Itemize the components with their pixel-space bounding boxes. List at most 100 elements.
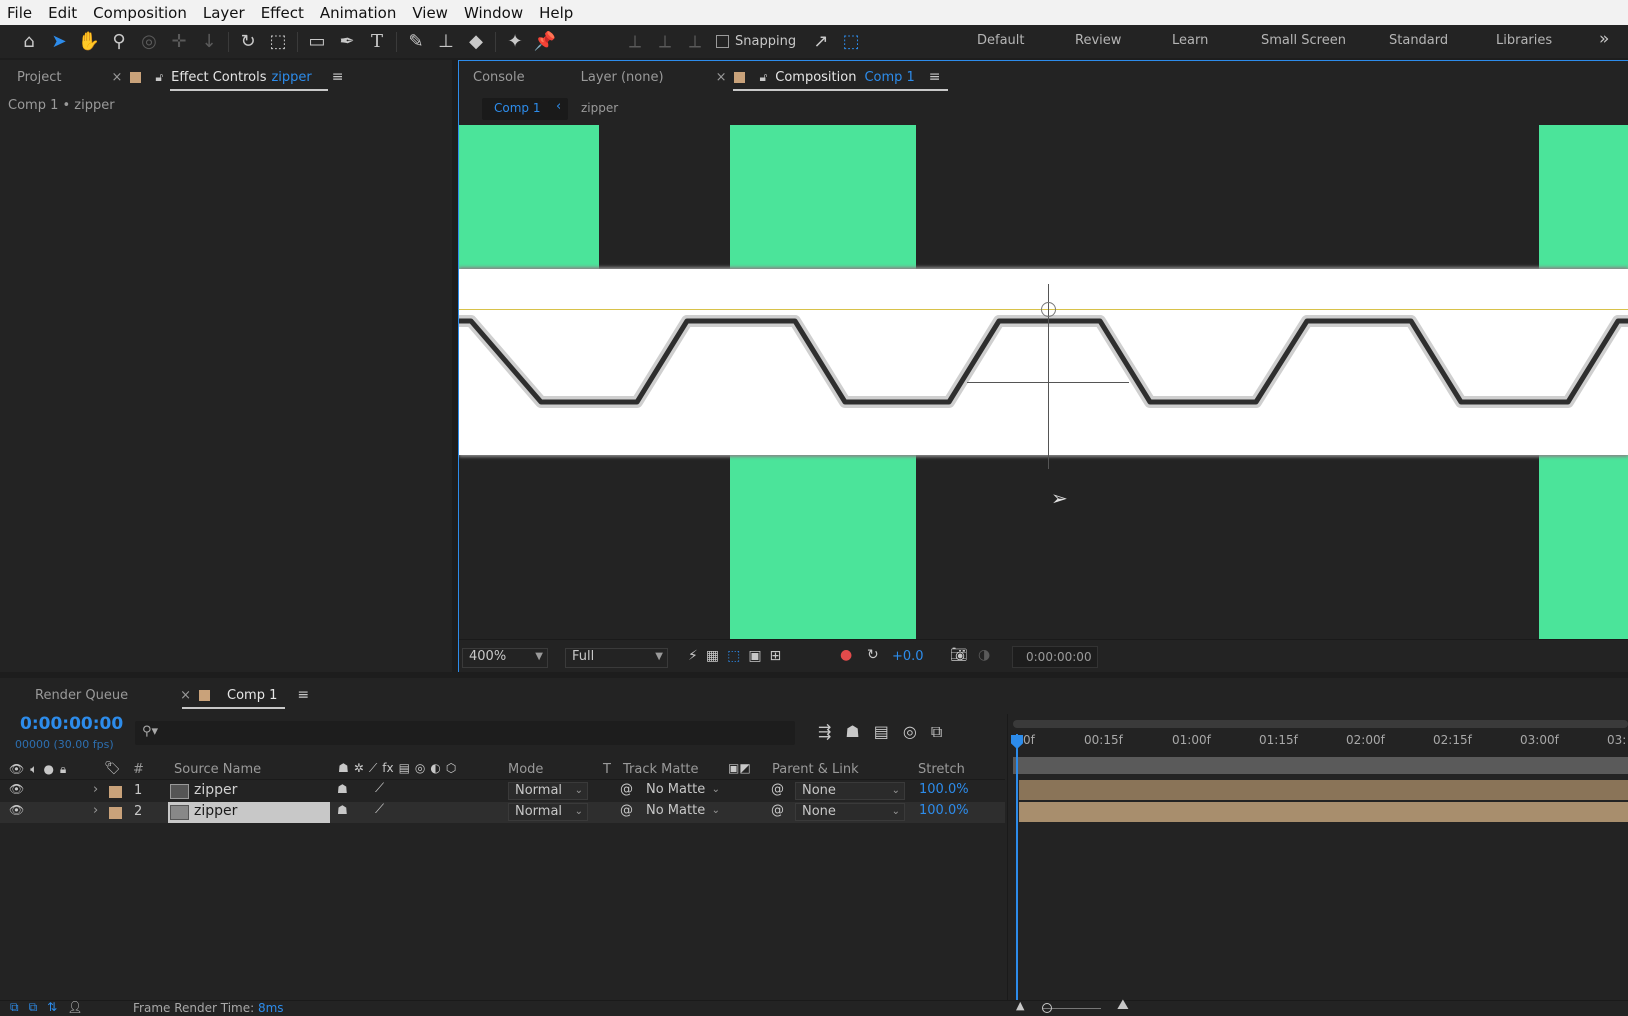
column-t[interactable]: T <box>603 762 611 777</box>
menu-animation[interactable]: Animation <box>312 4 404 22</box>
zoom-dropdown[interactable]: 400% ▼ <box>462 648 548 668</box>
rotation-tool-icon[interactable]: ↻ <box>233 27 263 57</box>
lock-icon[interactable]: 🔒︎ <box>60 762 66 777</box>
roto-brush-tool-icon[interactable]: ✦ <box>500 27 530 57</box>
grid-guides-icon[interactable]: ⊞ <box>770 648 782 664</box>
shy-switch-icon[interactable]: ☗ <box>337 803 348 817</box>
layer-search-input[interactable]: ⚲▾ <box>135 721 795 745</box>
eye-icon[interactable]: 👁︎ <box>9 782 24 796</box>
current-time-indicator[interactable] <box>1016 734 1018 1000</box>
workspace-learn[interactable]: Learn <box>1172 33 1208 48</box>
pen-tool-icon[interactable]: ✒ <box>332 27 362 57</box>
eye-icon[interactable]: 👁︎ <box>9 762 24 777</box>
in-out-toggle-icon[interactable]: ⇅ <box>47 1000 57 1015</box>
parent-pickwhip-icon[interactable]: @ <box>771 782 784 797</box>
reset-exposure-icon[interactable]: ↻ <box>867 647 879 663</box>
pickwhip-icon[interactable]: @ <box>620 803 633 818</box>
workspace-overflow-icon[interactable]: » <box>1599 29 1609 49</box>
viewer-timecode[interactable]: 0:00:00:00 <box>1012 646 1098 668</box>
menu-composition[interactable]: Composition <box>85 4 195 22</box>
tab-layer[interactable]: Layer (none) <box>581 70 664 85</box>
menu-effect[interactable]: Effect <box>253 4 312 22</box>
layer-row[interactable]: 👁︎ › 1 zipper ☗ ⟋ Normal ⌄ @ No Matte ⌄ @ … <box>0 781 1005 802</box>
column-source-name[interactable]: Source Name <box>174 762 261 777</box>
lock-icon[interactable]: 🔓︎ <box>155 70 163 85</box>
dolly-camera-icon[interactable]: ↓ <box>194 27 224 57</box>
stretch-value[interactable]: 100.0% <box>919 782 969 797</box>
shy-switch-icon[interactable]: ☗ <box>337 782 348 796</box>
fx-icon[interactable]: fx <box>382 761 393 776</box>
workspace-review[interactable]: Review <box>1075 33 1121 48</box>
chevron-right-icon[interactable]: › <box>93 782 98 797</box>
type-tool-icon[interactable]: T <box>362 27 392 57</box>
effect-controls-target[interactable]: zipper <box>271 70 311 85</box>
tab-console[interactable]: Console <box>473 70 525 85</box>
layer-label-swatch[interactable] <box>109 807 122 819</box>
shy-layers-icon[interactable]: ☗ <box>845 722 859 742</box>
transparency-grid-icon[interactable]: ▦ <box>706 648 719 664</box>
parent-dropdown[interactable]: None ⌄ <box>795 782 905 800</box>
brush-tool-icon[interactable]: ✎ <box>401 27 431 57</box>
exposure-value[interactable]: +0.0 <box>892 649 924 664</box>
orbit-camera-icon[interactable]: ◎ <box>134 27 164 57</box>
layer-name[interactable]: zipper <box>194 782 237 798</box>
home-icon[interactable]: ⌂ <box>14 27 44 57</box>
channel-icon[interactable]: ● <box>840 647 852 663</box>
work-area-bar[interactable] <box>1013 720 1628 728</box>
clone-stamp-tool-icon[interactable]: ⊥ <box>431 27 461 57</box>
menu-file[interactable]: File <box>0 4 40 22</box>
axis-view-icon[interactable]: ⟂ <box>680 27 710 57</box>
stretch-value[interactable]: 100.0% <box>919 803 969 818</box>
column-stretch[interactable]: Stretch <box>918 762 965 777</box>
layer-row[interactable]: 👁︎ › 2 zipper ☗ ⟋ Normal ⌄ @ No Matte ⌄ @ … <box>0 802 1005 823</box>
layer-label-swatch[interactable] <box>109 786 122 798</box>
snap-features-icon[interactable]: ⬚ <box>836 27 866 57</box>
eraser-tool-icon[interactable]: ◆ <box>461 27 491 57</box>
menu-window[interactable]: Window <box>456 4 531 22</box>
snap-edges-icon[interactable]: ↗ <box>806 27 836 57</box>
close-icon[interactable]: × <box>111 70 122 85</box>
panel-menu-icon[interactable]: ≡ <box>297 687 309 703</box>
frame-blending-icon[interactable]: ▤ <box>874 722 889 742</box>
snapshot-icon[interactable]: 📷︎ <box>950 647 968 663</box>
workspace-default[interactable]: Default <box>977 33 1025 48</box>
column-track-matte[interactable]: Track Matte <box>623 762 699 777</box>
hand-tool-icon[interactable]: ✋ <box>74 27 104 57</box>
region-of-interest-icon[interactable]: ▣ <box>748 648 761 664</box>
eye-icon[interactable]: 👁︎ <box>9 803 24 817</box>
menu-view[interactable]: View <box>404 4 456 22</box>
parent-dropdown[interactable]: None ⌄ <box>795 803 905 821</box>
zoom-out-icon[interactable]: ▲ <box>1016 999 1024 1012</box>
puppet-pin-tool-icon[interactable]: 📌 <box>530 27 560 57</box>
chevron-right-icon[interactable]: › <box>93 803 98 818</box>
label-tag-icon[interactable]: 🏷︎ <box>104 761 121 776</box>
tab-effect-controls[interactable]: Effect Controls <box>171 70 266 85</box>
fast-previews-icon[interactable]: ⚡ <box>688 648 698 664</box>
tab-render-queue[interactable]: Render Queue <box>35 688 128 703</box>
parent-pickwhip-icon[interactable]: @ <box>771 803 784 818</box>
tab-comp-1[interactable]: Comp 1 <box>227 688 277 703</box>
solo-icon[interactable]: ● <box>43 762 53 777</box>
axis-world-icon[interactable]: ⟂ <box>650 27 680 57</box>
comp-flowchart-icon[interactable]: ⇶ <box>818 722 831 742</box>
axis-local-icon[interactable]: ⟂ <box>620 27 650 57</box>
composition-viewer[interactable]: ➢ <box>459 125 1628 639</box>
menu-layer[interactable]: Layer <box>195 4 253 22</box>
comp-nav-layer[interactable]: zipper <box>581 101 618 115</box>
snapping-toggle[interactable]: Snapping <box>716 34 796 49</box>
close-icon[interactable]: × <box>180 688 191 703</box>
shy-icon[interactable]: ☗ <box>338 761 349 776</box>
panel-menu-icon[interactable]: ≡ <box>332 69 344 85</box>
time-ruler[interactable]: 0f 00:15f 01:00f 01:15f 02:00f 02:15f 03… <box>1013 729 1628 753</box>
anchor-point-icon[interactable] <box>1041 302 1056 317</box>
mode-dropdown[interactable]: Normal ⌄ <box>508 803 588 821</box>
motion-blur-icon[interactable]: ◎ <box>903 722 917 742</box>
workspace-libraries[interactable]: Libraries <box>1496 33 1552 48</box>
graph-editor-icon[interactable]: ⧉ <box>931 722 942 742</box>
column-parent-link[interactable]: Parent & Link <box>772 762 859 777</box>
quality-switch-icon[interactable]: ⟋ <box>375 802 384 817</box>
pickwhip-icon[interactable]: @ <box>620 782 633 797</box>
adjustment-layer-icon[interactable]: ◐ <box>430 761 440 776</box>
pan-camera-icon[interactable]: ✛ <box>164 27 194 57</box>
close-icon[interactable]: × <box>716 70 727 85</box>
